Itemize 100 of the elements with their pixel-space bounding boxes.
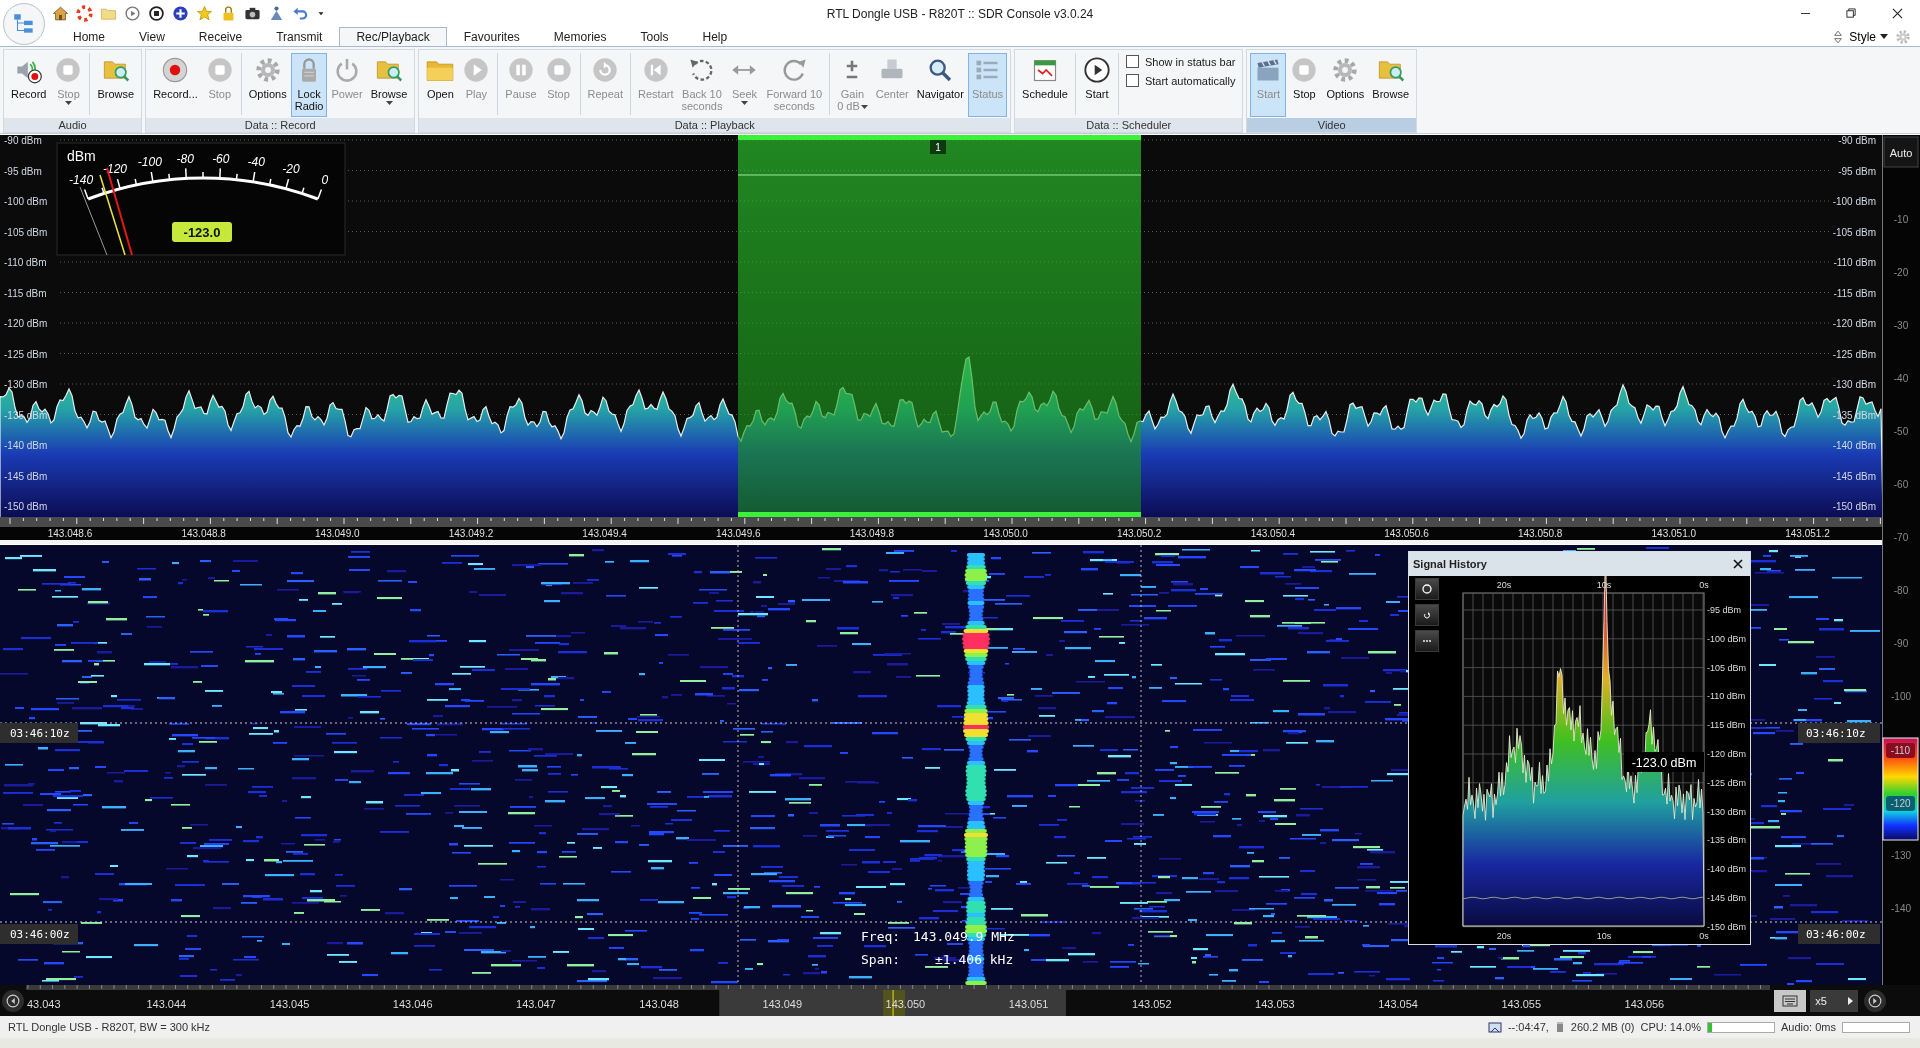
application-menu-button[interactable]: [3, 3, 45, 45]
refresh-icon: [1421, 609, 1433, 621]
menu-tab[interactable]: Favourites: [446, 27, 537, 46]
menu-tab[interactable]: Help: [685, 27, 745, 46]
scale-label: -100: [1891, 691, 1911, 702]
plus-icon[interactable]: [172, 5, 189, 22]
ribbon-button[interactable]: Navigator: [912, 53, 968, 117]
stop-icon[interactable]: [148, 5, 165, 22]
visible-span[interactable]: [719, 989, 1066, 1016]
frequency-label: 143.051.0: [1651, 528, 1697, 539]
meter-scale-label: -40: [247, 155, 265, 170]
time-label: 10s: [1596, 931, 1612, 941]
timestamp: 03:46:10z: [0, 723, 78, 743]
menu-tab[interactable]: Rec/Playback: [339, 27, 447, 46]
level-label: -95 dBm: [1707, 605, 1741, 615]
ribbon-button[interactable]: Stop: [1286, 53, 1323, 117]
menu-tab[interactable]: Home: [56, 27, 122, 46]
cpu-usage: CPU: 14.0%: [1640, 1021, 1701, 1033]
window-title: RTL Dongle USB - R820T :: SDR Console v3.0.24: [826, 6, 1094, 21]
checkbox-label: Start automatically: [1144, 74, 1236, 87]
frequency-label: 143.048.6: [47, 528, 93, 539]
device-status: RTL Dongle USB - R820T, BW = 300 kHz: [8, 1021, 211, 1033]
caret-icon: [1880, 34, 1888, 39]
ribbon-button[interactable]: Open: [422, 53, 459, 117]
home-icon[interactable]: [52, 5, 69, 22]
menu-tab[interactable]: Tools: [623, 27, 686, 46]
meter-reading: -123.0: [172, 222, 232, 242]
menu-tab[interactable]: Receive: [181, 27, 260, 46]
star-icon[interactable]: [196, 5, 213, 22]
meter-scale-label: -20: [282, 162, 300, 177]
level-label: -105 dBm: [1832, 226, 1876, 238]
keyboard-button[interactable]: [1774, 989, 1807, 1012]
ribbon-button[interactable]: Record: [7, 53, 51, 117]
scroll-left-button[interactable]: [2, 989, 24, 1012]
ribbon-button[interactable]: Browse: [93, 53, 139, 117]
meter-scale-label: -80: [176, 151, 194, 166]
scale-label: -70: [1893, 532, 1909, 543]
time-label: 20s: [1496, 580, 1512, 590]
history-tool-button[interactable]: [1415, 578, 1439, 600]
scale-label: -60: [1893, 479, 1909, 490]
level-label: -130 dBm: [4, 379, 48, 390]
zoom-dropdown[interactable]: x5: [1810, 989, 1859, 1012]
menu-tab[interactable]: Memories: [536, 27, 624, 46]
ribbon-button[interactable]: Lock Radio: [290, 53, 328, 117]
ribbon-button[interactable]: Options: [1322, 53, 1369, 117]
menu-tab[interactable]: Transmit: [259, 27, 340, 46]
level-label: -115 dBm: [4, 287, 47, 299]
ribbon-button[interactable]: Browse: [1368, 53, 1414, 117]
time-label: 20s: [1496, 931, 1512, 941]
color-bar-label: -120: [1886, 796, 1915, 811]
undo-icon[interactable]: [292, 5, 309, 22]
repeat-icon: [591, 56, 620, 84]
group-label: Data :: Scheduler: [1015, 118, 1243, 132]
frequency-label: 143.048.8: [181, 528, 226, 539]
group-label: Data :: Record: [146, 118, 415, 132]
stop-icon: [205, 56, 234, 84]
person-icon[interactable]: [268, 5, 285, 22]
frequency-label: 143.047: [516, 998, 556, 1010]
recording-icon: [1487, 1020, 1502, 1034]
history-tool-button[interactable]: [1415, 630, 1439, 652]
auto-button[interactable]: Auto: [1883, 136, 1919, 168]
group-label: Audio: [4, 118, 142, 132]
level-label: -135 dBm: [1707, 835, 1747, 846]
checkbox[interactable]: [1125, 74, 1139, 87]
meter-scale-label: -100: [137, 155, 162, 170]
ribbon-button[interactable]: Browse: [366, 53, 412, 117]
timestamp: 03:46:00z: [0, 924, 78, 944]
level-label: -130 dBm: [1707, 806, 1747, 817]
memory-usage: 260.2 MB (0): [1570, 1021, 1635, 1033]
level-label: -90 dBm: [1838, 135, 1876, 146]
level-label: -100 dBm: [1832, 196, 1876, 207]
level-label: -105 dBm: [1707, 662, 1747, 673]
level-label: -95 dBm: [4, 165, 42, 177]
frequency-label: 143.050.8: [1517, 528, 1563, 539]
scroll-right-button[interactable]: [1864, 989, 1887, 1012]
time-label: 0s: [1699, 580, 1709, 590]
scale-label: -10: [1893, 214, 1909, 225]
level-reading: -123.0 dBm: [1624, 752, 1704, 772]
ribbon-button[interactable]: Start: [1078, 53, 1115, 117]
time-label: 0s: [1699, 931, 1709, 941]
timestamp: 03:46:10z: [1798, 723, 1880, 743]
level-label: -145 dBm: [1707, 893, 1747, 903]
meter-unit: dBm: [67, 148, 96, 164]
camera-icon[interactable]: [244, 5, 261, 22]
checkbox[interactable]: [1125, 55, 1139, 68]
ribbon-button[interactable]: Record...: [149, 53, 202, 117]
keyboard-icon: [1782, 992, 1799, 1009]
history-tool-button[interactable]: [1415, 604, 1439, 626]
ribbon-button[interactable]: Options: [244, 53, 291, 117]
filter-passband[interactable]: [737, 135, 1142, 517]
ribbon-button[interactable]: Schedule: [1018, 53, 1072, 117]
style-menu[interactable]: Style: [1847, 29, 1890, 44]
meter-scale-label: -60: [212, 151, 230, 166]
menu-tab[interactable]: View: [122, 27, 182, 46]
scale-label: -50: [1893, 426, 1909, 437]
play-icon[interactable]: [124, 5, 141, 22]
readout-label: Freq:: [861, 929, 901, 944]
elapsed-time: --:04:47,: [1507, 1021, 1549, 1033]
frequency-label: 143.046: [392, 998, 433, 1010]
frequency-label: 143.049.0: [315, 528, 360, 539]
